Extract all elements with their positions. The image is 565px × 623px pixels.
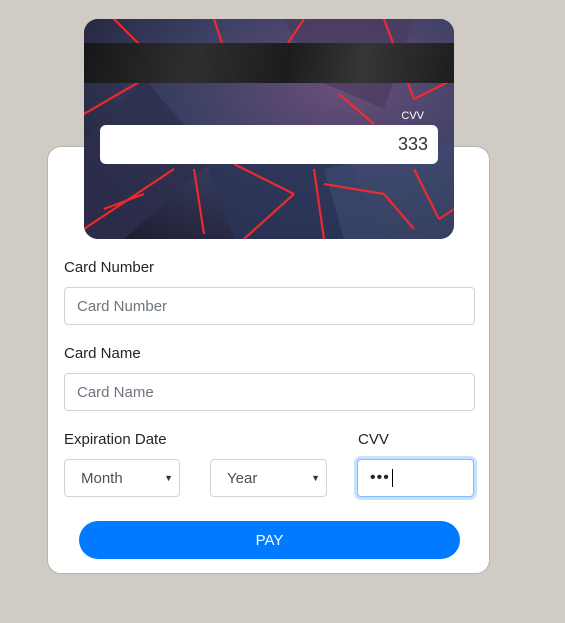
month-select[interactable]: Month ▼ [64, 459, 180, 497]
chevron-down-icon: ▼ [311, 473, 320, 483]
expiration-date-label: Expiration Date [64, 431, 167, 448]
cvv-input[interactable]: ••• [357, 459, 474, 497]
cvv-label: CVV [358, 431, 389, 448]
card-number-placeholder: Card Number [77, 297, 168, 315]
card-cvv-display: 333 [100, 125, 438, 164]
month-select-value: Month [81, 469, 123, 487]
card-name-input[interactable]: Card Name [64, 373, 475, 411]
card-cvv-value: 333 [397, 134, 428, 154]
magnetic-stripe [84, 43, 454, 83]
chevron-down-icon: ▼ [164, 473, 173, 483]
pay-button-label: PAY [255, 531, 284, 549]
card-name-label: Card Name [64, 345, 141, 362]
year-select[interactable]: Year ▼ [210, 459, 327, 497]
cvv-masked-value: ••• [370, 469, 390, 486]
card-cvv-caption: CVV [401, 110, 424, 122]
text-cursor [391, 469, 393, 487]
card-back-preview: CVV 333 [84, 19, 454, 239]
card-number-input[interactable]: Card Number [64, 287, 475, 325]
card-name-placeholder: Card Name [77, 383, 154, 401]
year-select-value: Year [227, 469, 258, 487]
pay-button[interactable]: PAY [79, 521, 460, 559]
card-number-label: Card Number [64, 259, 155, 276]
